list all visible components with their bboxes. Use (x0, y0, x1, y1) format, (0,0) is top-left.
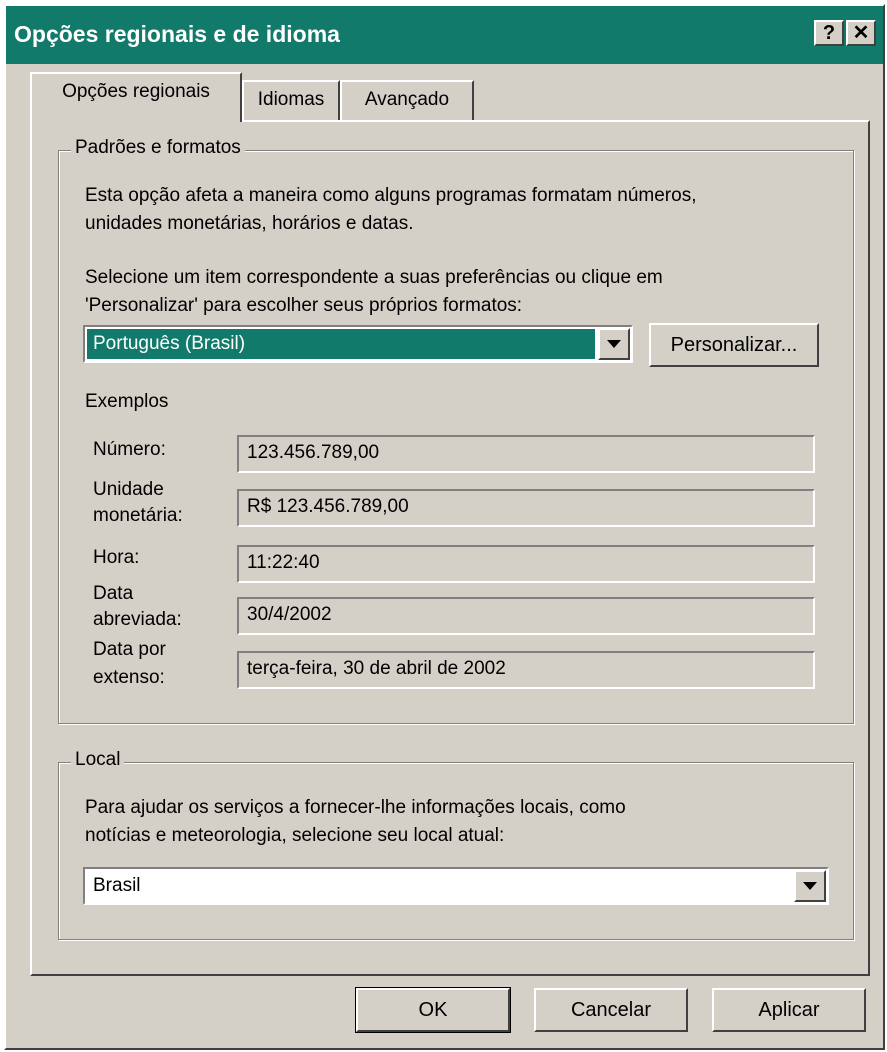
long-date-label: Data por (93, 639, 166, 660)
apply-button[interactable]: Aplicar (712, 988, 866, 1032)
location-group: Local Para ajudar os serviços a fornecer… (58, 749, 854, 940)
short-date-example-field: 30/4/2002 (237, 597, 815, 635)
window-title: Opções regionais e de idioma (14, 21, 340, 47)
location-selected-value: Brasil (93, 875, 141, 896)
customize-button[interactable]: Personalizar... (649, 323, 819, 367)
long-date-example-field: terça-feira, 30 de abril de 2002 (237, 651, 815, 689)
customize-label: Personalizar... (670, 334, 798, 356)
help-icon: ? (822, 22, 836, 44)
group-legend: Padrões e formatos (71, 137, 245, 159)
tab-label: Avançado (364, 89, 450, 110)
description-line: unidades monetárias, horários e datas. (85, 213, 414, 234)
group-legend: Local (71, 749, 125, 771)
cancel-label: Cancelar (570, 999, 652, 1021)
short-date-label: abreviada: (93, 609, 182, 630)
instruction-line: 'Personalizar' para escolher seus própri… (85, 295, 523, 316)
locale-dropdown-button[interactable] (598, 328, 630, 360)
locale-select[interactable]: Português (Brasil) (83, 325, 633, 363)
ok-button[interactable]: OK (355, 987, 511, 1033)
currency-label: monetária: (93, 505, 183, 526)
cancel-button[interactable]: Cancelar (534, 988, 688, 1032)
location-description-line: notícias e meteorologia, selecione seu l… (85, 825, 505, 846)
locale-selected-value: Português (Brasil) (87, 329, 595, 359)
tab-label: Idiomas (257, 89, 325, 110)
number-label: Número: (93, 439, 166, 460)
examples-heading: Exemplos (85, 391, 169, 412)
dialog-window: Opções regionais e de idioma ? ✕ Opções … (4, 4, 885, 1050)
long-date-label: extenso: (93, 667, 165, 688)
description-line: Esta opção afeta a maneira como alguns p… (85, 185, 697, 206)
tab-advanced[interactable]: Avançado (340, 80, 474, 120)
tab-regional-options[interactable]: Opções regionais (30, 72, 242, 122)
chevron-down-icon (607, 340, 621, 348)
currency-example-field: R$ 123.456.789,00 (237, 489, 815, 527)
location-select[interactable]: Brasil (83, 867, 829, 905)
currency-label: Unidade (93, 479, 164, 500)
long-date-example-value: terça-feira, 30 de abril de 2002 (247, 658, 506, 679)
ok-label: OK (418, 999, 448, 1021)
location-description-line: Para ajudar os serviços a fornecer-lhe i… (85, 797, 626, 818)
location-dropdown-button[interactable] (794, 870, 826, 902)
close-button[interactable]: ✕ (846, 20, 876, 46)
time-example-field: 11:22:40 (237, 545, 815, 583)
title-bar[interactable]: Opções regionais e de idioma ? ✕ (6, 6, 883, 64)
chevron-down-icon (803, 882, 817, 890)
help-button[interactable]: ? (814, 20, 844, 46)
apply-label: Aplicar (758, 999, 820, 1021)
time-example-value: 11:22:40 (247, 552, 320, 573)
tab-label: Opções regionais (62, 81, 210, 102)
number-example-field: 123.456.789,00 (237, 435, 815, 473)
tab-panel: Padrões e formatos Esta opção afeta a ma… (30, 120, 870, 976)
instruction-line: Selecione um item correspondente a suas … (85, 267, 663, 288)
short-date-example-value: 30/4/2002 (247, 604, 332, 625)
short-date-label: Data (93, 583, 134, 604)
time-label: Hora: (93, 547, 140, 568)
currency-example-value: R$ 123.456.789,00 (247, 496, 409, 517)
standards-formats-group: Padrões e formatos Esta opção afeta a ma… (58, 137, 854, 724)
close-icon: ✕ (852, 22, 870, 44)
number-example-value: 123.456.789,00 (247, 442, 380, 463)
tab-languages[interactable]: Idiomas (242, 80, 340, 120)
